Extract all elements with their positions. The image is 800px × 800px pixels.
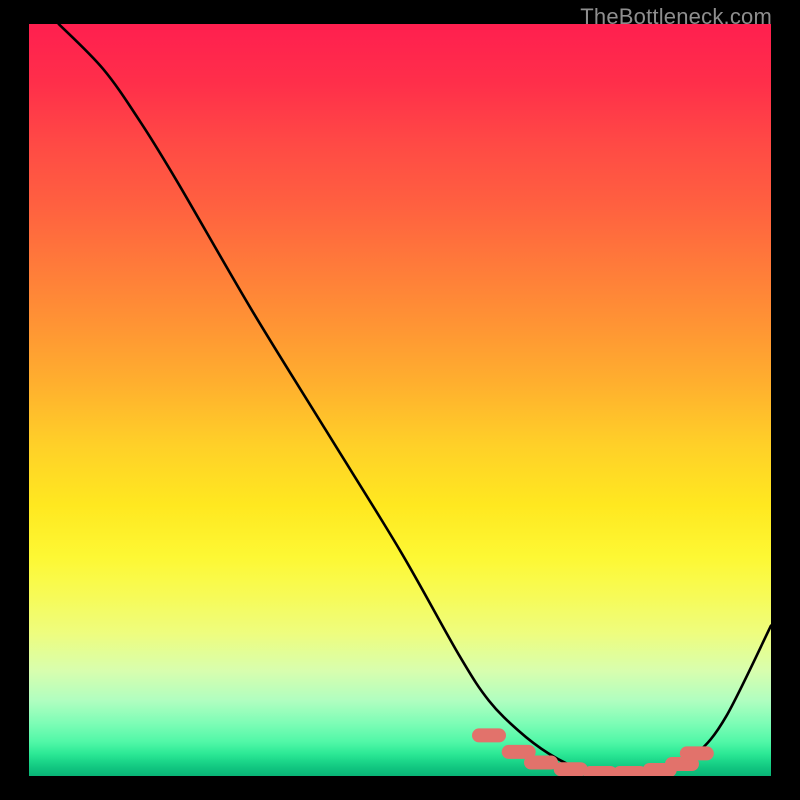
background-gradient bbox=[29, 24, 771, 776]
watermark-text: TheBottleneck.com bbox=[580, 4, 772, 30]
chart-plot-area bbox=[29, 24, 771, 776]
